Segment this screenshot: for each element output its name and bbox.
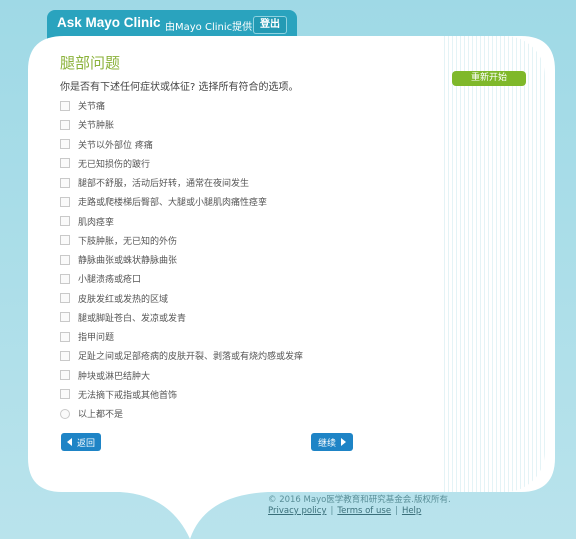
option-label: 足趾之间或足部疮病的皮肤开裂、剥落或有烧灼感或发痒 <box>78 352 304 363</box>
option-checkbox[interactable] <box>60 100 70 111</box>
option-checkbox[interactable] <box>60 119 70 130</box>
option-checkbox[interactable] <box>60 370 70 381</box>
option-label: 以上都不是 <box>78 410 124 421</box>
option-checkbox[interactable] <box>60 254 70 265</box>
option-checkbox[interactable] <box>60 216 70 227</box>
symptom-option[interactable]: 无法摘下戒指或其他首饰 <box>60 385 420 404</box>
option-label: 关节痛 <box>78 102 106 113</box>
symptom-option[interactable]: 关节肿胀 <box>60 115 420 134</box>
restart-button[interactable]: 重新开始 <box>452 71 526 86</box>
symptom-option[interactable]: 肌肉痉挛 <box>60 212 420 231</box>
symptom-option[interactable]: 下肢肿胀，无已知的外伤 <box>60 231 420 250</box>
symptom-option[interactable]: 腿或脚趾苍白、发凉或发青 <box>60 308 420 327</box>
option-label: 肌肉痉挛 <box>78 217 115 228</box>
option-label: 走路或爬楼梯后臀部、大腿或小腿肌肉痛性痉挛 <box>78 198 268 209</box>
option-label: 下肢肿胀，无已知的外伤 <box>78 236 178 247</box>
next-button[interactable]: 继续 <box>311 433 353 451</box>
option-checkbox[interactable] <box>60 312 70 323</box>
option-checkbox[interactable] <box>60 389 70 400</box>
symptom-options-list: 关节痛关节肿胀关节以外部位 疼痛 无已知损伤的跛行腿部不舒服，活动后好转，通常在夜… <box>60 96 420 423</box>
terms-of-use-link[interactable]: Terms of use <box>337 506 391 516</box>
option-label: 指甲问题 <box>78 333 115 344</box>
link-separator: | <box>395 506 398 516</box>
back-button[interactable]: 返回 <box>61 433 101 451</box>
option-label: 静脉曲张或蛛状静脉曲张 <box>78 256 178 267</box>
option-checkbox[interactable] <box>60 177 70 188</box>
symptom-option[interactable]: 关节痛 <box>60 96 420 115</box>
symptom-option[interactable]: 以上都不是 <box>60 404 420 423</box>
option-label: 无已知损伤的跛行 <box>78 159 151 170</box>
arrow-right-icon <box>341 438 346 446</box>
option-checkbox[interactable] <box>60 331 70 342</box>
option-checkbox[interactable] <box>60 139 70 150</box>
privacy-policy-link[interactable]: Privacy policy <box>268 506 327 516</box>
symptom-option[interactable]: 腿部不舒服，活动后好转，通常在夜间发生 <box>60 173 420 192</box>
symptom-option[interactable]: 静脉曲张或蛛状静脉曲张 <box>60 250 420 269</box>
option-checkbox[interactable] <box>60 350 70 361</box>
symptom-option[interactable]: 足趾之间或足部疮病的皮肤开裂、剥落或有烧灼感或发痒 <box>60 346 420 365</box>
symptom-option[interactable]: 皮肤发红或发热的区域 <box>60 289 420 308</box>
symptom-option[interactable]: 关节以外部位 疼痛 <box>60 135 420 154</box>
option-label: 关节以外部位 疼痛 <box>78 140 153 151</box>
option-label: 关节肿胀 <box>78 121 115 132</box>
option-checkbox[interactable] <box>60 273 70 284</box>
arrow-left-icon <box>66 438 72 446</box>
symptom-option[interactable]: 肿块或淋巴结肿大 <box>60 366 420 385</box>
option-label: 腿或脚趾苍白、发凉或发青 <box>78 313 187 324</box>
option-label: 皮肤发红或发热的区域 <box>78 294 169 305</box>
page-title: 腿部问题 <box>60 54 121 72</box>
help-link[interactable]: Help <box>402 506 421 516</box>
option-label: 无法摘下戒指或其他首饰 <box>78 390 178 401</box>
symptom-option[interactable]: 指甲问题 <box>60 327 420 346</box>
option-checkbox[interactable] <box>60 158 70 169</box>
symptom-option[interactable]: 小腿溃疡或疮口 <box>60 269 420 288</box>
symptom-option[interactable]: 无已知损伤的跛行 <box>60 154 420 173</box>
footer-links: Privacy policy | Terms of use | Help <box>268 506 421 516</box>
symptom-option[interactable]: 走路或爬楼梯后臀部、大腿或小腿肌肉痛性痉挛 <box>60 192 420 211</box>
option-label: 肿块或淋巴结肿大 <box>78 371 151 382</box>
option-checkbox[interactable] <box>60 235 70 246</box>
option-radio[interactable] <box>60 408 70 419</box>
next-button-label: 继续 <box>317 438 336 449</box>
link-separator: | <box>330 506 334 516</box>
copyright-text: © 2016 Mayo医学教育和研究基金会.版权所有. <box>268 495 451 505</box>
back-button-label: 返回 <box>76 438 95 449</box>
option-label: 小腿溃疡或疮口 <box>78 275 142 286</box>
question-text: 你是否有下述任何症状或体征? 选择所有符合的选项。 <box>60 82 299 93</box>
option-checkbox[interactable] <box>60 293 70 304</box>
option-checkbox[interactable] <box>60 196 70 207</box>
option-label: 腿部不舒服，活动后好转，通常在夜间发生 <box>78 179 250 190</box>
sidebar-panel <box>441 36 545 492</box>
ask-mayo-clinic-page: Ask Mayo Clinic 由Mayo Clinic提供 登出 腿部问题 你… <box>0 0 576 539</box>
